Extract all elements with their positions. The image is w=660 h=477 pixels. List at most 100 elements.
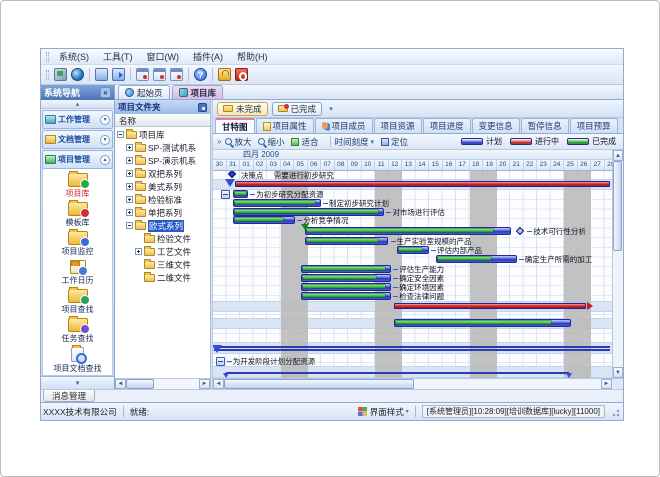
tree-h-track[interactable]	[126, 379, 199, 389]
menu-item[interactable]: 工具(T)	[96, 49, 140, 64]
tree-node[interactable]: SP-演示机系	[115, 154, 210, 167]
tree-toggle-icon[interactable]	[117, 131, 124, 138]
scroll-up-icon[interactable]: ▲	[613, 150, 623, 161]
scroll-right-icon[interactable]: ►	[601, 379, 612, 389]
gantt-task-bar[interactable]	[394, 319, 571, 327]
tree-h-thumb[interactable]	[126, 379, 154, 389]
milestone-diamond[interactable]	[228, 171, 236, 178]
menu-item[interactable]: 插件(A)	[186, 49, 230, 64]
sidebar-more-button[interactable]: ▾	[41, 376, 114, 389]
gantt-task-bar[interactable]	[301, 274, 391, 282]
gantt-task-bar[interactable]	[301, 283, 391, 291]
ui-style-button[interactable]: 界面样式 ▾	[370, 406, 409, 418]
lock-icon[interactable]	[218, 68, 231, 81]
chevron-up-icon[interactable]: ▴	[100, 155, 110, 165]
tree-node[interactable]: 双把系列	[115, 167, 210, 180]
gantt-tab[interactable]: 项目资源	[374, 118, 422, 133]
sidebar-item[interactable]: 项目监控	[62, 231, 94, 257]
menu-item[interactable]: 窗口(W)	[140, 49, 187, 64]
gantt-tab[interactable]: 项目预算	[570, 118, 618, 133]
scroll-down-icon[interactable]: ▼	[613, 367, 623, 378]
tree-toggle-icon[interactable]	[135, 248, 142, 255]
chevron-down-icon[interactable]: ▾	[326, 105, 336, 113]
sidebar-item[interactable]: 任务查找	[62, 318, 94, 344]
tree-node[interactable]: 检验文件	[115, 232, 210, 245]
computer-icon[interactable]	[54, 68, 67, 81]
resize-grip[interactable]	[609, 406, 621, 418]
gantt-h-track[interactable]	[224, 379, 601, 389]
gantt-task-bar[interactable]	[436, 255, 517, 263]
scroll-left-icon[interactable]: ◄	[115, 379, 126, 389]
gantt-tool-button[interactable]: 放大	[225, 136, 251, 148]
tree-h-scrollbar[interactable]: ◄ ►	[115, 378, 210, 389]
globe-icon[interactable]	[71, 68, 84, 81]
menu-item[interactable]: 系统(S)	[52, 49, 96, 64]
help-icon[interactable]	[194, 68, 207, 81]
gantt-v-thumb[interactable]	[613, 161, 622, 251]
task-node-icon[interactable]	[216, 357, 225, 366]
tree-node[interactable]: 单把系列	[115, 206, 210, 219]
tree-toggle-icon[interactable]	[126, 222, 133, 229]
tree-node[interactable]: 欧式系列	[115, 219, 210, 232]
scroll-right-icon[interactable]: ►	[199, 379, 210, 389]
gantt-tab[interactable]: 甘特图	[215, 118, 255, 133]
sidebar-group[interactable]: 文档管理▾	[42, 130, 113, 149]
sidebar-item[interactable]: 项目查找	[62, 289, 94, 315]
filter-button[interactable]: 未完成	[217, 102, 268, 116]
gantt-task-bar[interactable]	[305, 227, 512, 235]
gantt-task-bar[interactable]	[233, 190, 248, 198]
tree-toggle-icon[interactable]	[126, 209, 133, 216]
sidebar-item[interactable]: 模板库	[66, 202, 90, 228]
tree-column-header[interactable]: 名称	[115, 114, 210, 127]
message-management-tab[interactable]: 消息管理	[43, 390, 95, 402]
window-cascade-icon[interactable]	[153, 68, 166, 81]
summary-bar[interactable]	[235, 181, 610, 187]
window-close-icon[interactable]	[170, 68, 183, 81]
toolbar-overflow-icon[interactable]: »	[217, 137, 221, 146]
sidebar-collapse-button[interactable]: ▴	[41, 100, 114, 109]
sidebar-item[interactable]: 项目库	[66, 173, 90, 199]
tree-node[interactable]: 三维文件	[115, 258, 210, 271]
tree-node[interactable]: 项目库	[115, 128, 210, 141]
gantt-v-scrollbar[interactable]: ▲ ▼	[612, 150, 623, 378]
document-tab[interactable]: 起始页	[118, 85, 170, 99]
tree-toggle-icon[interactable]	[126, 170, 133, 177]
summary-bracket-line[interactable]	[214, 346, 610, 351]
task-node-icon[interactable]	[221, 190, 230, 199]
chevron-down-icon[interactable]: ▾	[100, 115, 110, 125]
gantt-h-thumb[interactable]	[224, 379, 414, 389]
tree-toggle-icon[interactable]	[126, 144, 133, 151]
gantt-tool-button[interactable]: 适合	[291, 136, 318, 148]
sidebar-item[interactable]: 项目文档查找	[54, 347, 102, 374]
gantt-task-bar[interactable]	[301, 292, 391, 300]
tree-node[interactable]: 美式系列	[115, 180, 210, 193]
pin-icon[interactable]	[198, 103, 207, 112]
gantt-task-bar[interactable]	[397, 246, 429, 254]
document-tab[interactable]: 项目库	[172, 85, 224, 99]
exit-icon[interactable]	[235, 68, 248, 81]
tree-toggle-icon[interactable]	[126, 196, 133, 203]
gantt-task-bar[interactable]	[233, 199, 321, 207]
gantt-tool-button[interactable]: 定位	[381, 136, 408, 148]
filter-button[interactable]: 已完成	[272, 102, 323, 116]
tree-node[interactable]: 二维文件	[115, 271, 210, 284]
gantt-tab[interactable]: 项目进度	[423, 118, 471, 133]
gantt-tab[interactable]: 项目属性	[256, 118, 314, 133]
gantt-task-bar[interactable]	[233, 216, 295, 224]
summary-bracket-line[interactable]	[226, 372, 570, 374]
tree-toggle-icon[interactable]	[126, 183, 133, 190]
folder-open-icon[interactable]	[95, 68, 108, 81]
sidebar-item[interactable]: 工作日历	[62, 260, 94, 286]
gantt-task-bar[interactable]	[305, 237, 389, 245]
summary-bar[interactable]	[394, 303, 586, 309]
gantt-tab[interactable]: 变更信息	[472, 118, 520, 133]
gantt-tab[interactable]: 项目成员	[315, 118, 373, 133]
gantt-task-bar[interactable]	[301, 265, 391, 273]
sidebar-group[interactable]: 项目管理▴	[42, 150, 113, 169]
gantt-tool-button[interactable]: 时间刻度▾	[335, 136, 375, 148]
tree-node[interactable]: 工艺文件	[115, 245, 210, 258]
menu-item[interactable]: 帮助(H)	[230, 49, 275, 64]
tree-node[interactable]: SP-测试机系	[115, 141, 210, 154]
sidebar-group[interactable]: 工作管理▾	[42, 110, 113, 129]
tree-node[interactable]: 检验标准	[115, 193, 210, 206]
